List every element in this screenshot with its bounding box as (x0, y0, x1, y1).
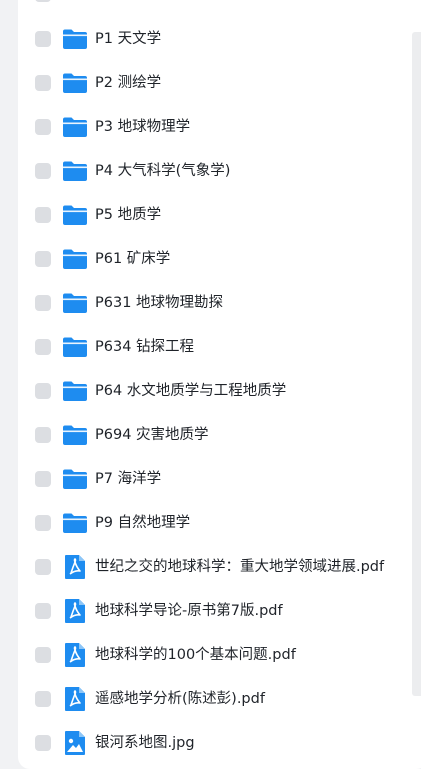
row-checkbox[interactable] (35, 163, 51, 179)
folder-icon (62, 510, 88, 536)
item-name[interactable]: P7 海洋学 (95, 457, 161, 501)
list-item[interactable]: P61 矿床学 (18, 237, 421, 281)
folder-icon (62, 26, 88, 52)
item-name: 目录 (95, 0, 124, 10)
folder-icon (62, 290, 88, 316)
item-name[interactable]: 地球科学的100个基本问题.pdf (95, 633, 296, 677)
row-checkbox[interactable] (35, 735, 51, 751)
folder-icon (62, 378, 88, 404)
folder-icon (62, 422, 88, 448)
list-item[interactable]: 银河系地图.jpg (18, 721, 421, 765)
item-name[interactable]: P9 自然地理学 (95, 501, 190, 545)
list-item[interactable]: P9 自然地理学 (18, 501, 421, 545)
list-item[interactable]: 遥感地学分析(陈述彭).pdf (18, 677, 421, 721)
list-item[interactable]: 地球科学的100个基本问题.pdf (18, 633, 421, 677)
pdf-file-icon (62, 686, 88, 712)
item-name[interactable]: P64 水文地质学与工程地质学 (95, 369, 286, 413)
row-checkbox[interactable] (35, 31, 51, 47)
row-checkbox[interactable] (35, 647, 51, 663)
row-checkbox[interactable] (35, 251, 51, 267)
list-item[interactable]: 世纪之交的地球科学：重大地学领域进展.pdf (18, 545, 421, 589)
list-item[interactable]: P3 地球物理学 (18, 105, 421, 149)
list-item[interactable]: P5 地质学 (18, 193, 421, 237)
pdf-file-icon (62, 642, 88, 668)
folder-icon (62, 202, 88, 228)
pdf-file-icon (62, 554, 88, 580)
list-item[interactable]: P7 海洋学 (18, 457, 421, 501)
list-item[interactable]: P694 灾害地质学 (18, 413, 421, 457)
item-name[interactable]: 银河系地图.jpg (95, 721, 195, 765)
row-checkbox[interactable] (35, 471, 51, 487)
item-name[interactable]: P5 地质学 (95, 193, 161, 237)
folder-icon (62, 246, 88, 272)
row-checkbox[interactable] (35, 383, 51, 399)
folder-icon (62, 70, 88, 96)
item-name[interactable]: P694 灾害地质学 (95, 413, 209, 457)
item-name[interactable]: 世纪之交的地球科学：重大地学领域进展.pdf (95, 545, 384, 589)
item-name[interactable]: P634 钻探工程 (95, 325, 194, 369)
pdf-file-icon (62, 598, 88, 624)
scrollbar[interactable] (412, 32, 421, 696)
list-item[interactable]: 地球科学导论-原书第7版.pdf (18, 589, 421, 633)
row-checkbox[interactable] (35, 75, 51, 91)
row-checkbox[interactable] (35, 559, 51, 575)
row-checkbox[interactable] (35, 427, 51, 443)
row-checkbox[interactable] (35, 603, 51, 619)
row-checkbox[interactable] (35, 339, 51, 355)
item-name[interactable]: P61 矿床学 (95, 237, 170, 281)
folder-icon (62, 114, 88, 140)
list-item[interactable]: P64 水文地质学与工程地质学 (18, 369, 421, 413)
item-name[interactable]: 遥感地学分析(陈述彭).pdf (95, 677, 265, 721)
row-checkbox[interactable] (35, 119, 51, 135)
row-checkbox[interactable] (35, 691, 51, 707)
item-name[interactable]: P2 测绘学 (95, 61, 161, 105)
row-checkbox[interactable] (35, 0, 51, 2)
row-checkbox[interactable] (35, 207, 51, 223)
list-item[interactable]: P1 天文学 (18, 17, 421, 61)
item-name[interactable]: P4 大气科学(气象学) (95, 149, 230, 193)
folder-icon (62, 158, 88, 184)
image-file-icon (62, 730, 88, 756)
folder-icon (62, 334, 88, 360)
file-list-panel: 目录 P1 天文学P2 测绘学P3 地球物理学P4 大气科学(气象学)P5 地质… (18, 0, 421, 769)
list-item[interactable]: P631 地球物理勘探 (18, 281, 421, 325)
item-name[interactable]: P631 地球物理勘探 (95, 281, 223, 325)
row-checkbox[interactable] (35, 515, 51, 531)
list-item[interactable]: P4 大气科学(气象学) (18, 149, 421, 193)
list-item[interactable]: P2 测绘学 (18, 61, 421, 105)
list-item[interactable]: P634 钻探工程 (18, 325, 421, 369)
item-name[interactable]: P1 天文学 (95, 17, 161, 61)
folder-icon (62, 466, 88, 492)
row-checkbox[interactable] (35, 295, 51, 311)
item-name[interactable]: 地球科学导论-原书第7版.pdf (95, 589, 283, 633)
item-name[interactable]: P3 地球物理学 (95, 105, 190, 149)
